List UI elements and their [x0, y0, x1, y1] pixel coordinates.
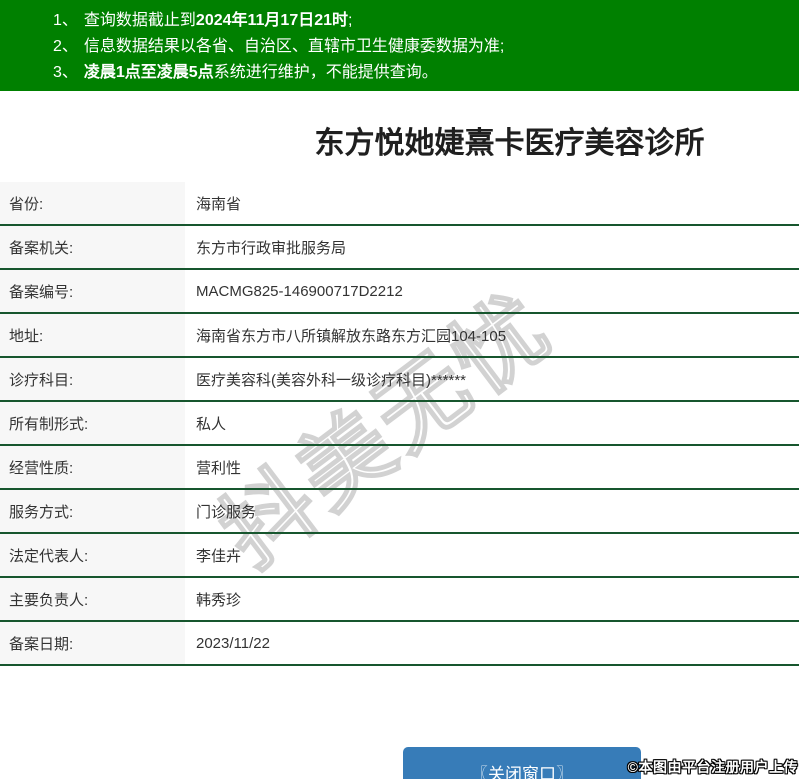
page: 1、 查询数据截止到2024年11月17日21时; 2、 信息数据结果以各省、自治区…	[0, 0, 799, 779]
notice-bold-text: 2024年11月17日21时	[195, 12, 349, 29]
table-row-province: 省份: 海南省	[0, 182, 799, 226]
row-value: MACMG825-146900717D2212	[196, 282, 403, 300]
table-row-filing-number: 备案编号: MACMG825-146900717D2212	[0, 270, 799, 314]
row-value: 东方市行政审批服务局	[196, 239, 347, 257]
table-row-address: 地址: 海南省东方市八所镇解放东路东方汇园104-105	[0, 314, 799, 358]
row-label: 经营性质:	[0, 446, 185, 488]
row-label: 备案编号:	[0, 270, 185, 312]
row-value: 海南省	[196, 195, 242, 213]
table-row-operating-nature: 经营性质: 营利性	[0, 446, 799, 490]
upload-stamp: ©本图由平台注册用户上传	[627, 759, 798, 775]
row-value: 医疗美容科(美容外科一级诊疗科目)******	[196, 371, 467, 389]
record-table: 省份: 海南省 备案机关: 东方市行政审批服务局 备案编号: MACMG825-…	[0, 182, 799, 666]
row-value: 海南省东方市八所镇解放东路东方汇园104-105	[196, 327, 507, 345]
table-row-ownership-form: 所有制形式: 私人	[0, 402, 799, 446]
table-row-filing-authority: 备案机关: 东方市行政审批服务局	[0, 226, 799, 270]
table-row-principal-in-charge: 主要负责人: 韩秀珍	[0, 578, 799, 622]
row-label: 诊疗科目:	[0, 358, 185, 400]
table-row-filing-date: 备案日期: 2023/11/22	[0, 622, 799, 666]
close-window-button[interactable]: 〖关闭窗口〗	[403, 747, 641, 779]
notice-banner: 1、 查询数据截止到2024年11月17日21时; 2、 信息数据结果以各省、自治区…	[0, 0, 799, 91]
row-label: 备案日期:	[0, 622, 185, 664]
notice-number: 3、	[53, 64, 78, 81]
notice-text: 信息数据结果以各省、自治区、直辖市卫生健康委数据为准;	[83, 38, 505, 55]
notice-number: 2、	[53, 38, 78, 55]
row-value: 门诊服务	[196, 503, 257, 521]
row-value: 2023/11/22	[196, 634, 270, 652]
notice-line-1: 1、 查询数据截止到2024年11月17日21时;	[53, 8, 789, 34]
row-label: 省份:	[0, 182, 185, 224]
row-label: 所有制形式:	[0, 402, 185, 444]
notice-line-2: 2、 信息数据结果以各省、自治区、直辖市卫生健康委数据为准;	[53, 34, 789, 60]
row-value: 营利性	[196, 459, 242, 477]
row-label: 主要负责人:	[0, 578, 185, 620]
notice-text: ;	[348, 12, 353, 29]
row-label: 备案机关:	[0, 226, 185, 268]
row-value: 李佳卉	[196, 547, 242, 565]
row-label: 地址:	[0, 314, 185, 356]
notice-text: 系统进行维护，不能提供查询。	[213, 64, 438, 81]
notice-bold-text: 凌晨1点至凌晨5点	[83, 64, 214, 81]
row-label: 法定代表人:	[0, 534, 185, 576]
row-value: 私人	[196, 415, 227, 433]
table-row-treatment-subjects: 诊疗科目: 医疗美容科(美容外科一级诊疗科目)******	[0, 358, 799, 402]
row-label: 服务方式:	[0, 490, 185, 532]
notice-text: 查询数据截止到	[83, 12, 196, 29]
notice-number: 1、	[53, 12, 78, 29]
table-row-service-mode: 服务方式: 门诊服务	[0, 490, 799, 534]
table-row-legal-representative: 法定代表人: 李佳卉	[0, 534, 799, 578]
row-value: 韩秀珍	[196, 591, 242, 609]
notice-line-3: 3、 凌晨1点至凌晨5点系统进行维护，不能提供查询。	[53, 60, 789, 86]
page-title: 东方悦她婕熹卡医疗美容诊所	[314, 127, 705, 160]
